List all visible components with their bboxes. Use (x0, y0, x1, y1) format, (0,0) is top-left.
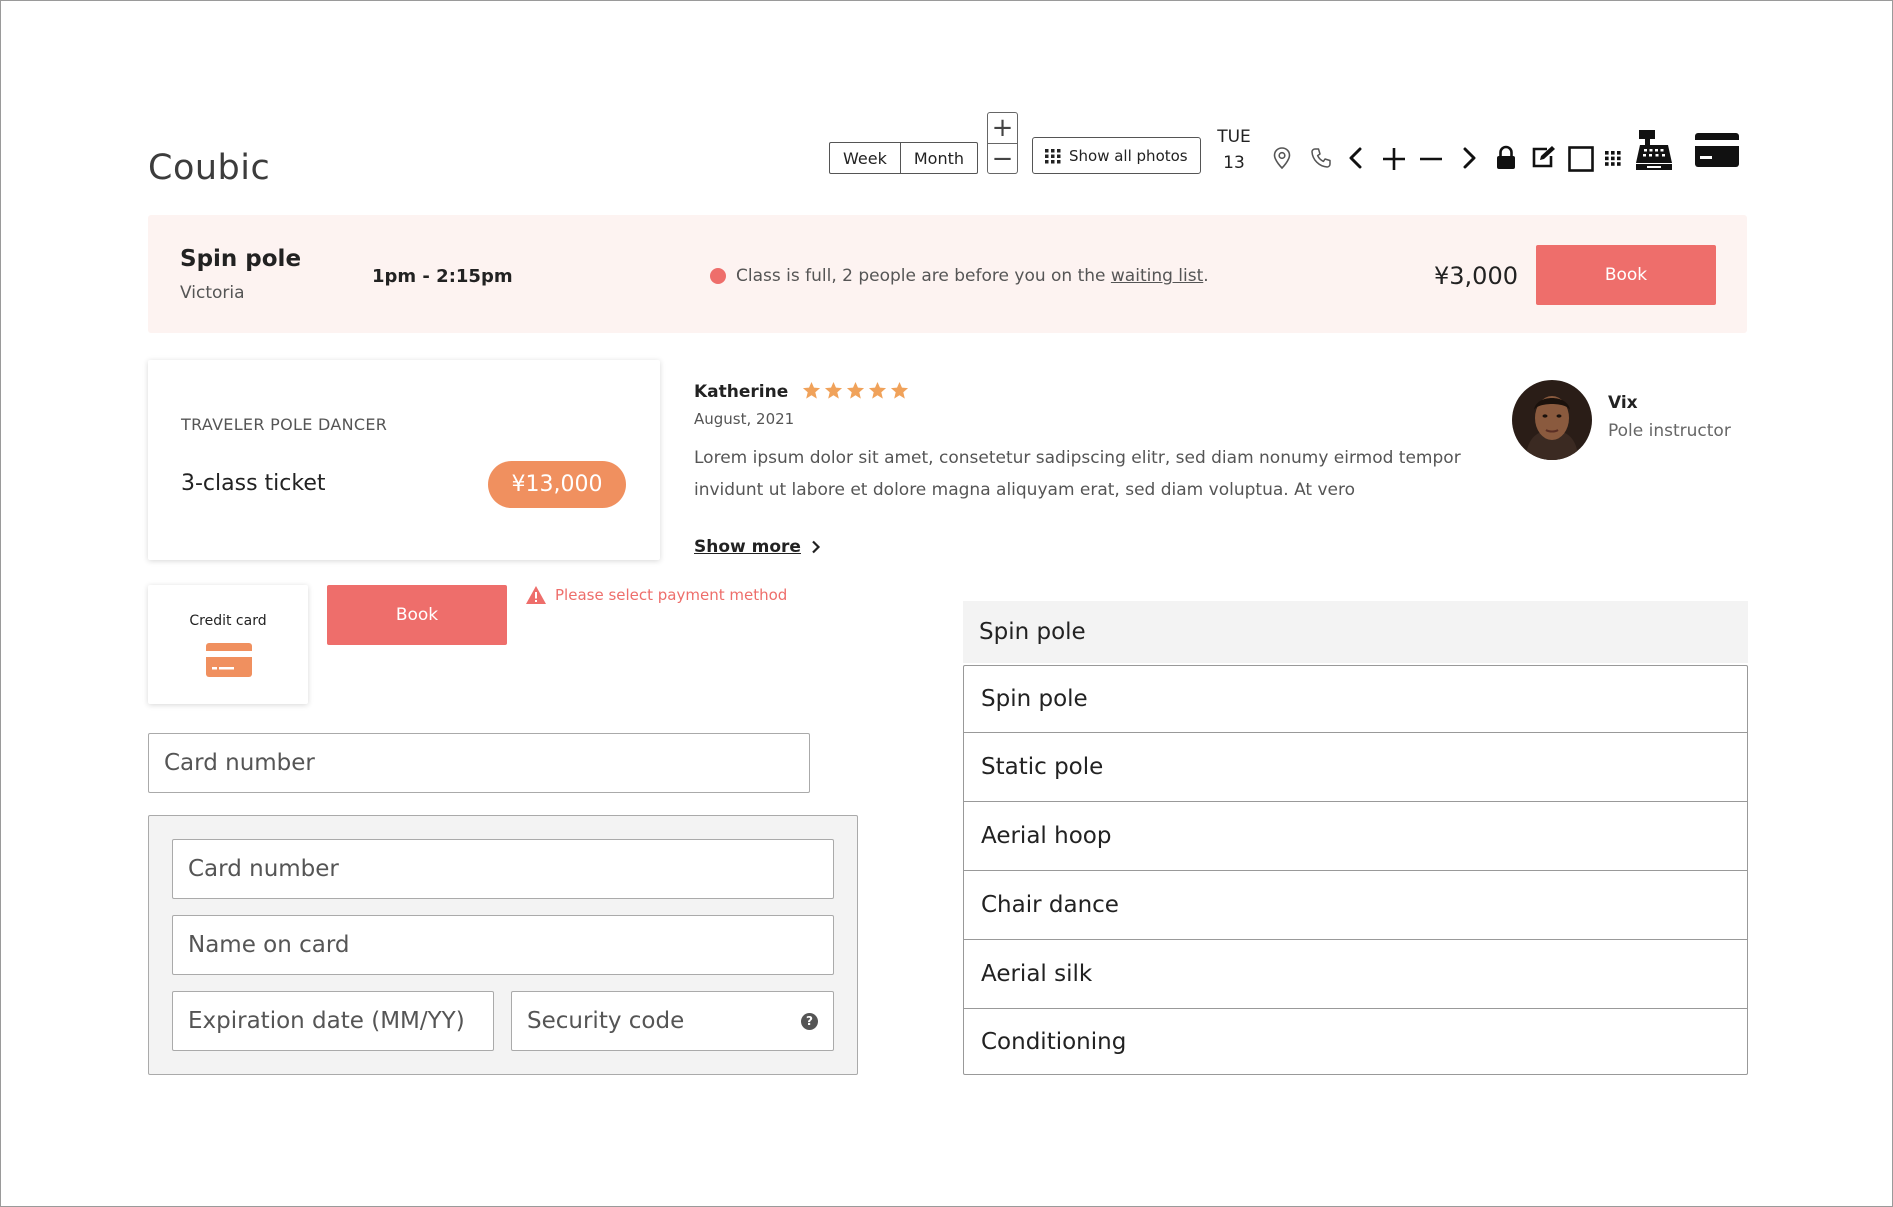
date-number: 13 (1223, 152, 1245, 173)
location-pin-icon[interactable] (1272, 146, 1292, 170)
class-option[interactable]: Aerial silk (964, 939, 1747, 1008)
class-select[interactable]: Spin pole (963, 601, 1748, 663)
chevron-right-icon[interactable] (1460, 147, 1478, 169)
book-payment-button[interactable]: Book (327, 585, 507, 645)
expiration-date-field[interactable]: Expiration date (MM/YY) (172, 991, 494, 1051)
status-dot-icon (710, 268, 726, 284)
class-option[interactable]: Conditioning (964, 1008, 1747, 1074)
form-card-number-field[interactable]: Card number (172, 839, 834, 899)
payment-error-text: Please select payment method (555, 586, 788, 604)
review-rating (802, 381, 909, 400)
review-date: August, 2021 (694, 410, 795, 428)
ticket-price-badge: ¥13,000 (488, 461, 626, 508)
apps-grid-icon[interactable] (1605, 151, 1621, 166)
review-body: Lorem ipsum dolor sit amet, consetetur s… (694, 448, 1461, 500)
class-option[interactable]: Spin pole (964, 666, 1747, 732)
show-more-label: Show more (694, 537, 801, 557)
zoom-in-button[interactable]: + (988, 113, 1017, 143)
lock-icon[interactable] (1495, 145, 1517, 171)
show-all-photos-label: Show all photos (1069, 146, 1188, 165)
cash-register-icon[interactable] (1635, 130, 1673, 170)
show-more-link[interactable]: Show more (694, 537, 821, 557)
class-status: Class is full, 2 people are before you o… (710, 266, 1209, 286)
review-author: Katherine (694, 382, 789, 402)
instructor-avatar (1512, 380, 1592, 460)
waiting-list-link[interactable]: waiting list (1111, 266, 1203, 286)
status-text: Class is full, 2 people are before you o… (736, 266, 1111, 286)
class-title: Spin pole (180, 246, 302, 272)
chevron-left-icon[interactable] (1347, 147, 1365, 169)
payment-error: Please select payment method (525, 585, 787, 605)
security-code-placeholder: Security code (527, 1008, 685, 1034)
month-view-button[interactable]: Month (899, 143, 977, 173)
payment-method-label: Credit card (189, 613, 267, 629)
star-icon (890, 381, 909, 399)
class-location: Victoria (180, 283, 245, 303)
book-class-button[interactable]: Book (1536, 245, 1716, 305)
brand-logo: Coubic (148, 148, 271, 188)
view-toggle: Week Month (829, 142, 978, 174)
plus-icon[interactable] (1382, 147, 1406, 171)
ticket-card[interactable] (148, 360, 660, 560)
phone-icon[interactable] (1310, 147, 1332, 169)
star-icon (824, 381, 843, 399)
date-day: TUE (1217, 127, 1251, 147)
grid-icon (1045, 148, 1061, 163)
star-icon (846, 381, 865, 399)
ticket-name: 3-class ticket (181, 471, 326, 496)
class-option[interactable]: Chair dance (964, 870, 1747, 939)
star-icon (868, 381, 887, 399)
warning-icon (526, 586, 546, 604)
help-icon[interactable]: ? (801, 1012, 818, 1030)
zoom-out-button[interactable]: − (988, 143, 1017, 173)
checkbox-icon[interactable] (1568, 146, 1594, 172)
name-on-card-field[interactable]: Name on card (172, 915, 834, 975)
minus-icon[interactable] (1420, 157, 1442, 161)
star-icon (802, 381, 821, 399)
class-time: 1pm - 2:15pm (372, 266, 513, 287)
credit-card-icon[interactable] (1695, 133, 1739, 167)
date-badge: TUE 13 (1214, 125, 1254, 176)
edit-icon[interactable] (1531, 145, 1557, 169)
instructor-role: Pole instructor (1608, 421, 1731, 441)
status-suffix: . (1203, 266, 1209, 286)
class-price: ¥3,000 (1434, 262, 1518, 290)
show-all-photos-button[interactable]: Show all photos (1032, 137, 1201, 174)
zoom-control: + − (987, 112, 1018, 174)
class-options-list: Spin pole Static pole Aerial hoop Chair … (963, 665, 1748, 1075)
credit-card-icon (206, 643, 252, 681)
instructor-name: Vix (1608, 393, 1638, 413)
week-view-button[interactable]: Week (830, 143, 900, 173)
ticket-kicker: TRAVELER POLE DANCER (181, 415, 388, 434)
chevron-right-icon (812, 540, 821, 554)
card-number-field[interactable]: Card number (148, 733, 810, 793)
security-code-field[interactable]: Security code ? (511, 991, 834, 1051)
class-option[interactable]: Static pole (964, 732, 1747, 801)
class-option[interactable]: Aerial hoop (964, 801, 1747, 870)
